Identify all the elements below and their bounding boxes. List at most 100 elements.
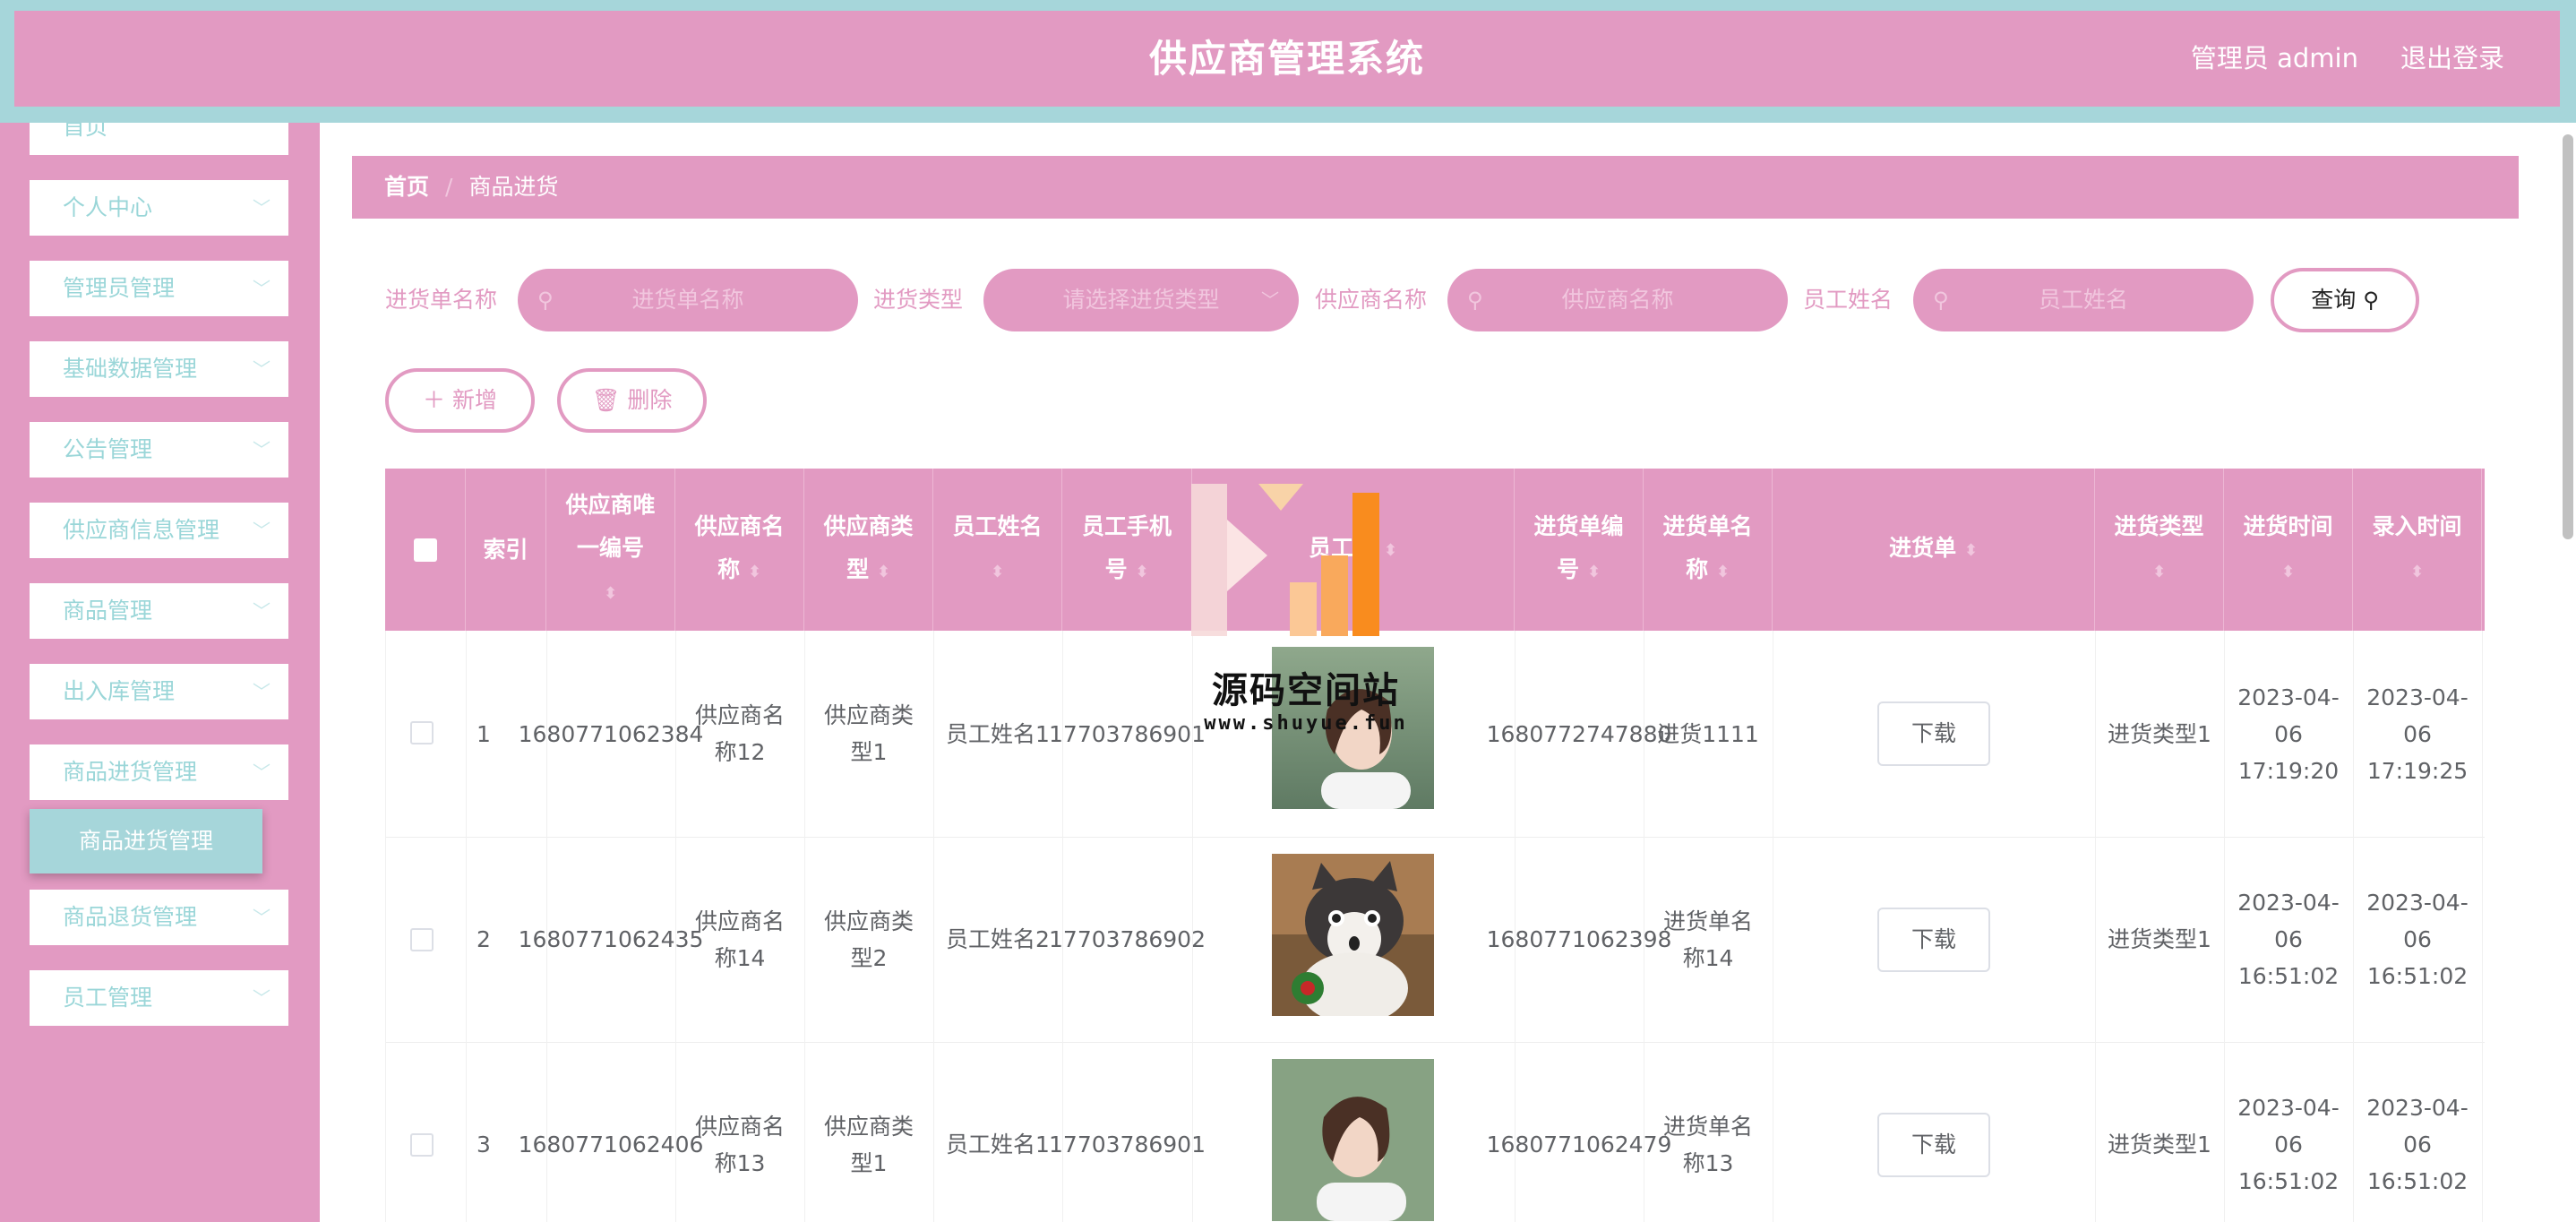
row-checkbox[interactable] — [410, 928, 434, 951]
cell-supplier-name: 供应商名称13 — [694, 1113, 785, 1176]
header-select-all[interactable] — [385, 469, 466, 631]
submenu-item-purchase-manage[interactable]: 商品进货管理 — [30, 809, 262, 873]
header-index: 索引 — [466, 469, 546, 631]
header-order-time[interactable]: 进货时间 ⬍ — [2224, 469, 2353, 631]
delete-label: 删除 — [627, 387, 673, 413]
sort-icon[interactable]: ⬍ — [991, 563, 1004, 581]
staff-photo[interactable] — [1272, 1059, 1434, 1221]
sidebar-item-purchase[interactable]: 商品进货管理 ﹀ — [30, 744, 288, 800]
header-order-type[interactable]: 进货类型 ⬍ — [2095, 469, 2224, 631]
sidebar-item-basic-data[interactable]: 基础数据管理 ﹀ — [30, 341, 288, 397]
header-order-no[interactable]: 进货单编号 ⬍ — [1515, 469, 1644, 631]
select-all-checkbox[interactable] — [413, 538, 437, 562]
sidebar-item-notice[interactable]: 公告管理 ﹀ — [30, 422, 288, 478]
sort-icon[interactable]: ⬍ — [2152, 563, 2166, 581]
header-staff-name[interactable]: 员工姓名 ⬍ — [933, 469, 1062, 631]
header-supplier-type-label: 供应商类型 — [823, 513, 914, 582]
header-staff-phone[interactable]: 员工手机号 ⬍ — [1062, 469, 1192, 631]
chevron-down-icon: ﹀ — [253, 600, 270, 622]
sort-icon[interactable]: ⬍ — [1716, 563, 1730, 581]
cell-entry-time: 2023-04-06 17:19:25 — [2366, 684, 2469, 784]
query-label: 查询 — [2311, 287, 2357, 313]
download-button[interactable]: 下载 — [1877, 701, 1990, 766]
cell-supplier-id: 1680771062435 — [518, 926, 704, 952]
row-checkbox[interactable] — [410, 721, 434, 744]
app-title: 供应商管理系统 — [1148, 37, 1425, 81]
cell-order-type: 进货类型1 — [2108, 720, 2211, 747]
download-button[interactable]: 下载 — [1877, 1113, 1990, 1177]
sidebar: 首页 个人中心 ﹀ 管理员管理 ﹀ 基础数据管理 ﹀ 公告管理 ﹀ 供应商信息管… — [0, 123, 320, 1222]
sidebar-item-label: 首页 — [63, 123, 108, 140]
watermark-text: 源码空间站 — [1212, 670, 1400, 711]
header-supplier-name-label: 供应商名称 — [694, 513, 785, 582]
header-staff-name-label: 员工姓名 — [952, 513, 1043, 539]
delete-button[interactable]: 🗑 删除 — [557, 368, 707, 433]
sort-icon[interactable]: ⬍ — [748, 563, 761, 581]
add-button[interactable]: ＋ 新增 — [385, 368, 535, 433]
header-order-file-label: 进货单 — [1889, 535, 1957, 561]
staff-name-input[interactable]: ⚲ 员工姓名 — [1913, 269, 2254, 331]
order-name-label: 进货单名称 — [385, 287, 498, 313]
sort-icon[interactable]: ⬍ — [1587, 563, 1601, 581]
chevron-down-icon: ﹀ — [253, 681, 270, 702]
sort-icon[interactable]: ⬍ — [1964, 541, 1978, 560]
logout-button[interactable]: 退出登录 — [2400, 11, 2504, 107]
breadcrumb: 首页 / 商品进货 — [352, 156, 2519, 219]
sort-icon[interactable]: ⬍ — [1135, 563, 1148, 581]
query-button[interactable]: 查询 ⚲ — [2271, 268, 2419, 332]
row-checkbox[interactable] — [410, 1133, 434, 1157]
sidebar-item-profile[interactable]: 个人中心 ﹀ — [30, 180, 288, 236]
sort-icon[interactable]: ⬍ — [604, 584, 617, 603]
header-supplier-id[interactable]: 供应商唯一编号 ⬍ — [546, 469, 675, 631]
staff-name-label: 员工姓名 — [1803, 287, 1893, 313]
header-order-file[interactable]: 进货单 ⬍ — [1773, 469, 2095, 631]
download-button[interactable]: 下载 — [1877, 908, 1990, 972]
cell-entry-time: 2023-04-06 16:51:02 — [2366, 1095, 2469, 1194]
cell-supplier-name: 供应商名称12 — [694, 702, 785, 765]
supplier-name-input[interactable]: ⚲ 供应商名称 — [1447, 269, 1788, 331]
sidebar-item-staff[interactable]: 员工管理 ﹀ — [30, 970, 288, 1026]
sidebar-item-supplier[interactable]: 供应商信息管理 ﹀ — [30, 503, 288, 558]
sidebar-item-admin[interactable]: 管理员管理 ﹀ — [30, 261, 288, 316]
header-order-name[interactable]: 进货单名称 ⬍ — [1644, 469, 1773, 631]
header-entry-time-label: 录入时间 — [2372, 513, 2462, 539]
cell-order-no: 1680771062479 — [1486, 1132, 1672, 1157]
sort-icon[interactable]: ⬍ — [2410, 563, 2424, 581]
sort-icon[interactable]: ⬍ — [877, 563, 890, 581]
sidebar-item-label: 公告管理 — [63, 436, 153, 462]
cell-staff-name: 员工姓名1 — [946, 1132, 1050, 1157]
plus-icon: ＋ — [423, 387, 446, 413]
sidebar-item-label: 员工管理 — [63, 985, 153, 1011]
header-supplier-type[interactable]: 供应商类型 ⬍ — [804, 469, 933, 631]
breadcrumb-current: 商品进货 — [468, 174, 559, 200]
page-scrollbar-thumb[interactable] — [2563, 134, 2573, 539]
col-divider — [385, 631, 386, 1222]
chevron-down-icon: ﹀ — [1261, 289, 1279, 311]
breadcrumb-home[interactable]: 首页 — [384, 174, 429, 200]
search-icon: ⚲ — [1467, 288, 1483, 313]
sidebar-item-label: 商品退货管理 — [63, 904, 198, 930]
cell-supplier-name: 供应商名称14 — [694, 908, 785, 971]
cell-supplier-id: 1680771062384 — [518, 720, 704, 747]
sidebar-item-stock[interactable]: 出入库管理 ﹀ — [30, 664, 288, 719]
cell-staff-name: 员工姓名1 — [946, 720, 1050, 747]
sidebar-item-goods[interactable]: 商品管理 ﹀ — [30, 583, 288, 639]
staff-photo[interactable] — [1272, 854, 1434, 1016]
sidebar-item-label: 商品进货管理 — [63, 759, 198, 785]
header-supplier-name[interactable]: 供应商名称 ⬍ — [675, 469, 804, 631]
sidebar-item-home[interactable]: 首页 — [30, 123, 288, 155]
sort-icon[interactable]: ⬍ — [2281, 563, 2295, 581]
staff-name-placeholder: 员工姓名 — [2038, 287, 2128, 313]
cell-staff-phone: 17703786901 — [1049, 1132, 1206, 1157]
top-bar: 供应商管理系统 管理员 admin 退出登录 — [14, 11, 2560, 107]
header-entry-time[interactable]: 录入时间 ⬍ — [2353, 469, 2482, 631]
header-staff-phone-label: 员工手机号 — [1081, 513, 1172, 582]
order-type-select[interactable]: 请选择进货类型 ﹀ — [983, 269, 1299, 331]
sidebar-item-label: 基础数据管理 — [63, 356, 198, 382]
cell-supplier-type: 供应商类型2 — [823, 908, 914, 971]
order-name-input[interactable]: ⚲ 进货单名称 — [518, 269, 858, 331]
cell-order-no: 1680771062398 — [1486, 926, 1672, 952]
chevron-down-icon: ﹀ — [253, 907, 270, 928]
sidebar-item-return[interactable]: 商品退货管理 ﹀ — [30, 890, 288, 945]
sidebar-item-label: 管理员管理 — [63, 275, 176, 301]
